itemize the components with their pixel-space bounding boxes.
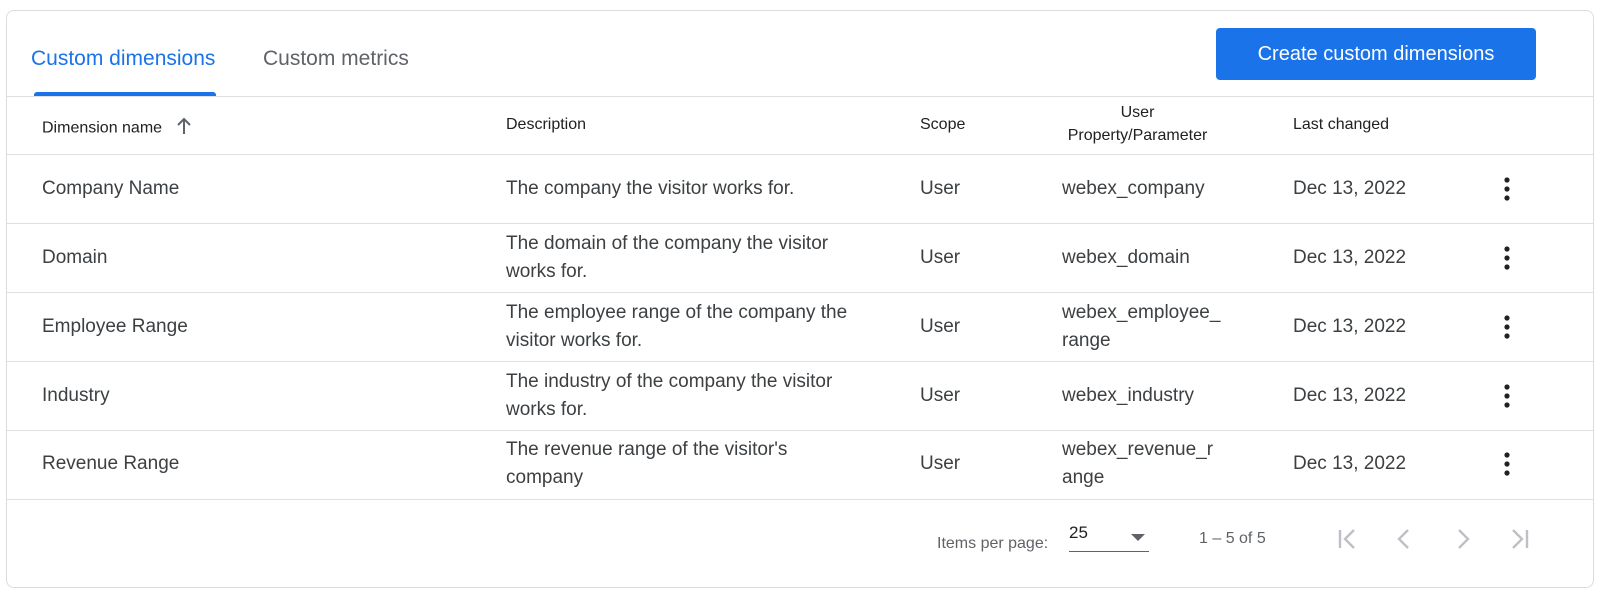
page-range-text: 1 – 5 of 5 [1199, 530, 1266, 547]
description-cell: The industry of the company the visitor … [506, 371, 833, 420]
dimension-name-cell: Employee Range [42, 316, 188, 337]
items-per-page-label: Items per page: [937, 535, 1049, 552]
more-vert-icon[interactable] [1495, 244, 1519, 272]
scope-cell: User [920, 385, 961, 406]
dimension-name-cell: Revenue Range [42, 453, 180, 474]
dimension-name-cell: Industry [42, 385, 110, 406]
tab-bar: Custom dimensions Custom metrics Create … [7, 11, 1593, 99]
items-per-page-value: 25 [1069, 523, 1088, 542]
previous-page-icon[interactable] [1389, 523, 1421, 555]
create-custom-dimensions-button[interactable]: Create custom dimensions [1216, 28, 1536, 80]
more-vert-icon[interactable] [1495, 382, 1519, 410]
column-header-line: User [1120, 104, 1155, 121]
column-header-user-property-parameter: User Property/Parameter [1055, 101, 1220, 147]
first-page-icon[interactable] [1332, 523, 1364, 555]
column-header-description: Description [506, 116, 587, 133]
tab-custom-metrics[interactable]: Custom metrics [263, 47, 409, 71]
divider [7, 96, 1593, 97]
dimension-name-cell: Domain [42, 247, 108, 268]
table-row[interactable]: Industry The industry of the company the… [7, 362, 1593, 431]
scope-cell: User [920, 316, 961, 337]
column-header-scope: Scope [920, 116, 966, 133]
scope-cell: User [920, 453, 961, 474]
description-cell: The company the visitor works for. [506, 178, 795, 199]
last-changed-cell: Dec 13, 2022 [1293, 316, 1407, 337]
table-row[interactable]: Domain The domain of the company the vis… [7, 224, 1593, 293]
pagination-bar: Items per page: 25 1 – 5 of 5 [7, 499, 1593, 589]
last-changed-cell: Dec 13, 2022 [1293, 385, 1407, 406]
scope-cell: User [920, 247, 961, 268]
dimension-name-cell: Company Name [42, 178, 180, 199]
more-vert-icon[interactable] [1495, 175, 1519, 203]
parameter-cell: webex_company [1062, 178, 1205, 199]
description-cell: The revenue range of the visitor's compa… [506, 439, 788, 488]
more-vert-icon[interactable] [1495, 313, 1519, 341]
column-header-label: Dimension name [42, 119, 163, 137]
table-row[interactable]: Company Name The company the visitor wor… [7, 155, 1593, 224]
dropdown-arrow-icon [1131, 529, 1145, 547]
scope-cell: User [920, 178, 961, 199]
last-changed-cell: Dec 13, 2022 [1293, 178, 1407, 199]
parameter-cell: webex_revenue_range [1062, 439, 1214, 488]
items-per-page-select[interactable]: 25 [1069, 513, 1149, 552]
tab-custom-dimensions[interactable]: Custom dimensions [31, 47, 215, 71]
parameter-cell: webex_domain [1062, 247, 1190, 268]
arrow-up-icon[interactable] [175, 116, 193, 141]
last-changed-cell: Dec 13, 2022 [1293, 247, 1407, 268]
next-page-icon[interactable] [1446, 523, 1478, 555]
column-header-dimension-name[interactable]: Dimension name [42, 116, 193, 141]
last-page-icon[interactable] [1503, 523, 1535, 555]
column-header-last-changed: Last changed [1293, 116, 1390, 133]
more-vert-icon[interactable] [1495, 450, 1519, 478]
parameter-cell: webex_employee_range [1062, 302, 1221, 351]
parameter-cell: webex_industry [1062, 385, 1195, 406]
table-row[interactable]: Revenue Range The revenue range of the v… [7, 431, 1593, 500]
column-header-line: Property/Parameter [1067, 127, 1208, 144]
custom-definitions-card: Custom dimensions Custom metrics Create … [6, 10, 1594, 588]
description-cell: The domain of the company the visitor wo… [506, 233, 829, 282]
description-cell: The employee range of the company the vi… [506, 302, 848, 351]
table-row[interactable]: Employee Range The employee range of the… [7, 293, 1593, 362]
last-changed-cell: Dec 13, 2022 [1293, 453, 1407, 474]
